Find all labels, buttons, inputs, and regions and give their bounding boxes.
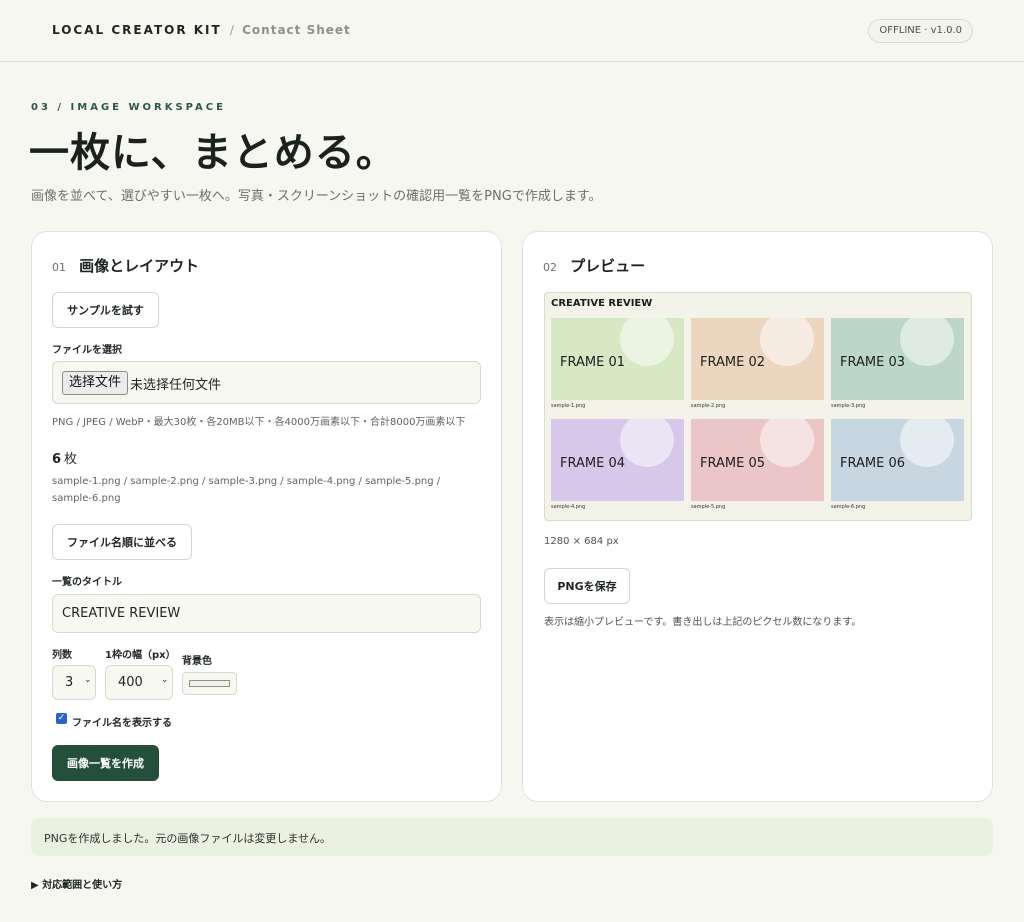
brand-name: LOCAL CREATOR KIT: [52, 23, 222, 37]
frame-label: FRAME 04: [560, 456, 625, 471]
section-eyebrow: 03 / IMAGE WORKSPACE: [31, 102, 226, 113]
preview-panel: 02 プレビュー CREATIVE REVIEW FRAME 01 sample…: [522, 231, 993, 802]
frame-filename: sample-3.png: [831, 403, 866, 409]
usage-disclosure[interactable]: ▶ 対応範囲と使い方: [31, 876, 122, 891]
page-title: 一枚に、まとめる。: [29, 130, 397, 176]
status-message: PNGを作成しました。元の画像ファイルは変更しません。: [31, 818, 993, 856]
image-count-unit: 枚: [64, 452, 78, 467]
frame-circle: [760, 419, 814, 467]
brand-separator: /: [229, 23, 234, 37]
preview-hint: 表示は縮小プレビューです。書き出しは上記のピクセル数になります。: [544, 617, 862, 628]
frame-label: FRAME 05: [700, 456, 765, 471]
brand: LOCAL CREATOR KIT / Contact Sheet: [52, 23, 351, 37]
chevron-down-icon: ⌄: [161, 675, 169, 685]
file-select-label: ファイルを選択: [52, 345, 122, 356]
create-sheet-button[interactable]: 画像一覧を作成: [52, 745, 159, 781]
frame-label: FRAME 01: [560, 355, 625, 370]
preview-frame: FRAME 05: [691, 419, 824, 501]
panel-number: 02: [543, 261, 557, 274]
frame-width-value: 400: [118, 675, 143, 690]
page-description: 画像を並べて、選びやすい一枚へ。写真・スクリーンショットの確認用一覧をPNGで作…: [31, 189, 602, 204]
try-sample-button[interactable]: サンプルを試す: [52, 292, 159, 328]
panel-title: プレビュー: [570, 257, 646, 275]
chevron-down-icon: ⌄: [84, 675, 92, 685]
output-dimensions: 1280 × 684 px: [544, 536, 619, 547]
frame-filename: sample-1.png: [551, 403, 586, 409]
preview-panel-header: 02 プレビュー: [543, 255, 645, 276]
layout-panel: 01 画像とレイアウト サンプルを試す ファイルを選択 选择文件 未选择任何文件…: [31, 231, 502, 802]
frame-filename: sample-2.png: [691, 403, 726, 409]
file-format-note: PNG / JPEG / WebP・最大30枚・各20MB以下・各4000万画素…: [52, 417, 466, 428]
frame-width-label: 1枠の幅（px）: [105, 650, 176, 661]
columns-value: 3: [65, 675, 74, 690]
image-count: 6枚: [52, 448, 77, 467]
background-color-label: 背景色: [182, 656, 212, 667]
frame-label: FRAME 02: [700, 355, 765, 370]
preview-frame: FRAME 02: [691, 318, 824, 400]
preview-frame: FRAME 04: [551, 419, 684, 501]
layout-panel-header: 01 画像とレイアウト: [52, 255, 199, 276]
preview-sheet-title: CREATIVE REVIEW: [551, 298, 653, 309]
frame-filename: sample-4.png: [551, 504, 586, 510]
preview-frame: FRAME 06: [831, 419, 964, 501]
sheet-title-label: 一覧のタイトル: [52, 577, 122, 588]
frame-circle: [620, 318, 674, 366]
frame-width-select[interactable]: 400 ⌄: [105, 665, 173, 700]
columns-select[interactable]: 3 ⌄: [52, 665, 96, 700]
frame-filename: sample-5.png: [691, 504, 726, 510]
top-bar: LOCAL CREATOR KIT / Contact Sheet OFFLIN…: [0, 0, 1024, 62]
version-badge: OFFLINE · v1.0.0: [868, 19, 973, 43]
frame-label: FRAME 03: [840, 355, 905, 370]
file-list: sample-1.png / sample-2.png / sample-3.p…: [52, 476, 441, 504]
frame-circle: [760, 318, 814, 366]
frame-circle: [900, 318, 954, 366]
panel-title: 画像とレイアウト: [79, 257, 200, 275]
show-filenames-checkbox[interactable]: ✓: [56, 713, 67, 724]
frame-circle: [900, 419, 954, 467]
preview-frame: FRAME 01: [551, 318, 684, 400]
sheet-title-input[interactable]: [52, 594, 481, 633]
image-count-value: 6: [52, 452, 62, 467]
background-color-picker[interactable]: [182, 672, 237, 695]
save-png-button[interactable]: PNGを保存: [544, 568, 630, 604]
frame-circle: [620, 419, 674, 467]
file-status: 未选择任何文件: [130, 378, 222, 393]
columns-label: 列数: [52, 650, 72, 661]
show-filenames-label[interactable]: ファイル名を表示する: [72, 714, 172, 729]
choose-file-button[interactable]: 选择文件: [62, 371, 129, 395]
brand-subtitle: Contact Sheet: [242, 23, 351, 37]
status-text: PNGを作成しました。元の画像ファイルは変更しません。: [44, 832, 332, 845]
preview-frame: FRAME 03: [831, 318, 964, 400]
frame-label: FRAME 06: [840, 456, 905, 471]
file-input[interactable]: 选择文件 未选择任何文件: [52, 361, 481, 404]
panel-number: 01: [52, 261, 66, 274]
frame-filename: sample-6.png: [831, 504, 866, 510]
background-color-swatch: [189, 680, 230, 687]
contact-sheet-preview: CREATIVE REVIEW FRAME 01 sample-1.png FR…: [544, 292, 972, 521]
sort-by-name-button[interactable]: ファイル名順に並べる: [52, 524, 192, 560]
